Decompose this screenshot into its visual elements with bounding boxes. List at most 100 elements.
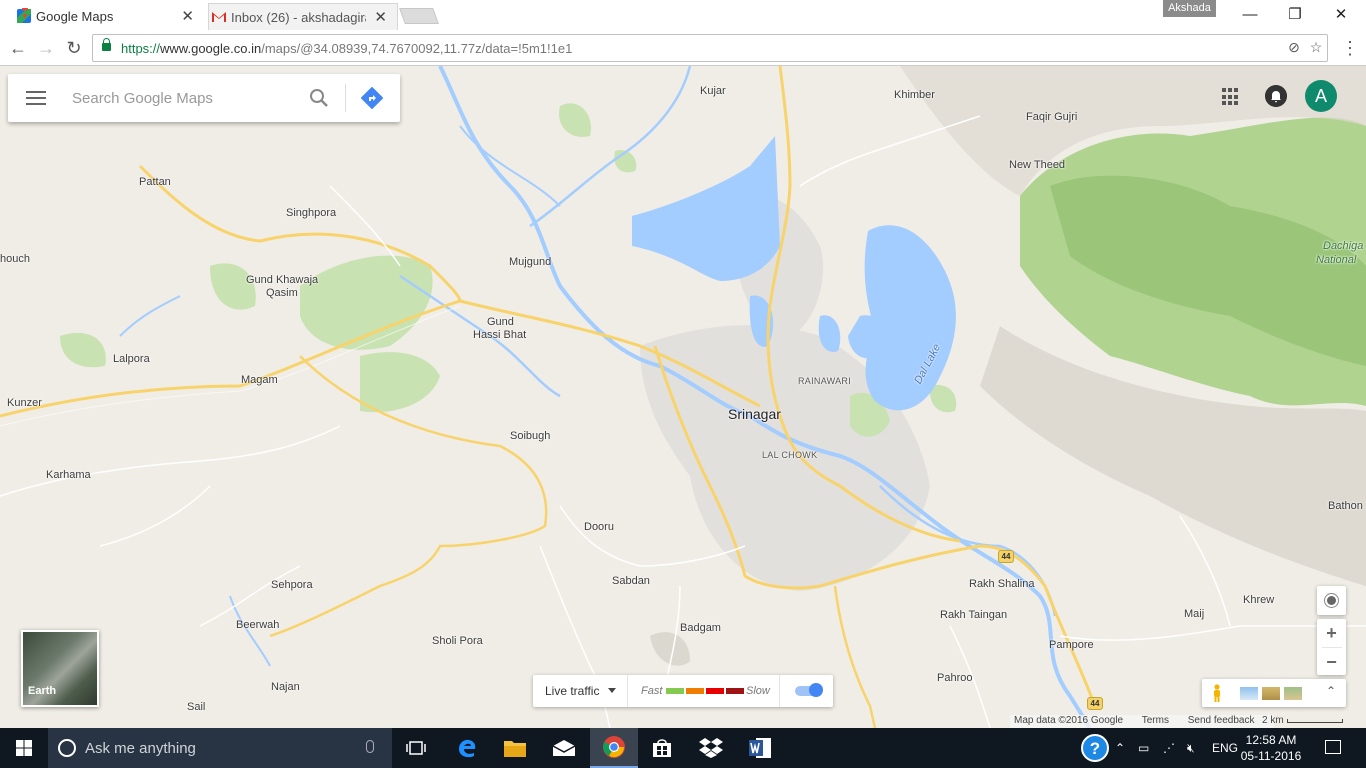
show-hidden-icons-icon[interactable]: ⌃ [1115, 728, 1125, 768]
expand-up-icon[interactable]: ⌃ [1326, 684, 1336, 698]
place-label[interactable]: Rakh Shalina [969, 578, 1034, 590]
send-feedback-link[interactable]: Send feedback [1188, 715, 1255, 726]
account-avatar[interactable]: A [1305, 80, 1337, 112]
dropbox-icon[interactable] [687, 728, 735, 768]
maps-search-box[interactable]: Search Google Maps [8, 74, 400, 122]
place-label[interactable]: Gund [487, 316, 514, 328]
place-label[interactable]: Rakh Taingan [940, 609, 1007, 621]
place-label[interactable]: Qasim [266, 287, 298, 299]
highway-shield[interactable]: 44 [998, 550, 1014, 563]
map-canvas[interactable]: Kujar Khimber Faqir Gujri New Theed Patt… [0, 66, 1366, 728]
place-label[interactable]: Dachiga [1323, 240, 1363, 252]
place-label[interactable]: Singhpora [286, 207, 336, 219]
tab-google-maps[interactable]: Google Maps ✕ [14, 3, 204, 30]
forward-icon[interactable]: → [34, 36, 58, 60]
notifications-icon[interactable] [1265, 85, 1287, 107]
place-label[interactable]: houch [0, 253, 30, 265]
close-tab-icon[interactable]: ✕ [374, 8, 387, 26]
place-label[interactable]: Sabdan [612, 575, 650, 587]
place-label[interactable]: Maij [1184, 608, 1204, 620]
place-label[interactable]: Pattan [139, 176, 171, 188]
place-label[interactable]: Kujar [700, 85, 726, 97]
place-label[interactable]: Soibugh [510, 430, 550, 442]
svg-text:?: ? [1090, 739, 1100, 758]
place-label[interactable]: Mujgund [509, 256, 551, 268]
search-icon[interactable] [308, 87, 330, 109]
city-label[interactable]: Srinagar [728, 406, 781, 422]
store-icon[interactable] [638, 728, 686, 768]
place-label[interactable]: Kunzer [7, 397, 42, 409]
zoom-in-button[interactable]: + [1317, 619, 1346, 647]
place-label[interactable]: Badgam [680, 622, 721, 634]
cortana-search-box[interactable]: Ask me anything [48, 728, 392, 768]
battery-icon[interactable]: ▭ [1138, 728, 1149, 768]
place-label[interactable]: Khrew [1243, 594, 1274, 606]
task-view-icon[interactable] [392, 728, 440, 768]
layer-thumbnail[interactable] [1262, 687, 1280, 700]
my-location-button[interactable] [1317, 586, 1346, 615]
place-label[interactable]: Khimber [894, 89, 935, 101]
close-tab-icon[interactable]: ✕ [181, 7, 194, 25]
location-blocked-icon[interactable]: ⊘ [1285, 39, 1303, 57]
back-icon[interactable]: ← [6, 36, 30, 60]
place-label[interactable]: Bathon [1328, 500, 1363, 512]
place-label[interactable]: Faqir Gujri [1026, 111, 1077, 123]
search-input[interactable]: Search Google Maps [72, 90, 213, 107]
edge-browser-icon[interactable] [443, 728, 491, 768]
minimize-icon[interactable]: — [1227, 0, 1273, 28]
place-label[interactable]: Pahroo [937, 672, 972, 684]
address-bar[interactable]: https://www.google.co.in/maps/@34.08939,… [92, 34, 1328, 62]
place-label[interactable]: Magam [241, 374, 278, 386]
layer-thumbnail[interactable] [1284, 687, 1302, 700]
place-label[interactable]: Najan [271, 681, 300, 693]
taskbar-clock[interactable]: 12:58 AM 05-11-2016 [1236, 732, 1306, 764]
place-label[interactable]: Beerwah [236, 619, 279, 631]
traffic-color-swatch [686, 688, 704, 694]
restore-icon[interactable]: ❐ [1272, 0, 1318, 28]
tab-gmail-inbox[interactable]: Inbox (26) - akshadagiras ✕ [208, 3, 398, 30]
chrome-icon[interactable] [590, 728, 638, 768]
place-label[interactable]: Lalpora [113, 353, 150, 365]
mail-icon[interactable] [540, 728, 588, 768]
traffic-toggle[interactable] [795, 683, 823, 697]
volume-muted-icon[interactable]: 🔇︎ [1187, 728, 1195, 768]
profile-name-chip[interactable]: Akshada [1163, 0, 1216, 17]
language-indicator[interactable]: ENG [1212, 728, 1238, 768]
earth-view-toggle[interactable]: Earth [21, 630, 99, 707]
place-label[interactable]: RAINAWARI [798, 376, 851, 386]
menu-icon[interactable] [26, 91, 46, 105]
chevron-down-icon[interactable] [608, 688, 616, 693]
layer-thumbnail[interactable] [1240, 687, 1258, 700]
bookmark-star-icon[interactable]: ☆ [1307, 39, 1325, 57]
place-label[interactable]: Sail [187, 701, 205, 713]
action-center-icon[interactable] [1325, 740, 1341, 754]
google-apps-icon[interactable] [1222, 88, 1240, 106]
terms-link[interactable]: Terms [1142, 715, 1169, 726]
place-label[interactable]: Karhama [46, 469, 91, 481]
pegman-icon[interactable] [1212, 684, 1222, 702]
close-window-icon[interactable]: ✕ [1318, 0, 1364, 28]
microphone-icon[interactable] [366, 740, 374, 753]
zoom-out-button[interactable]: − [1317, 648, 1346, 676]
word-icon[interactable] [736, 728, 784, 768]
place-label[interactable]: Dooru [584, 521, 614, 533]
scale-label[interactable]: 2 km [1262, 715, 1284, 726]
help-icon[interactable]: ? [1080, 728, 1110, 768]
windows-start-icon[interactable] [0, 728, 48, 768]
place-label[interactable]: Sehpora [271, 579, 313, 591]
place-label[interactable]: New Theed [1009, 159, 1065, 171]
file-explorer-icon[interactable] [491, 728, 539, 768]
place-label[interactable]: LAL CHOWK [762, 450, 817, 460]
chrome-menu-icon[interactable]: ⋮ [1338, 36, 1362, 60]
highway-shield[interactable]: 44 [1087, 697, 1103, 710]
place-label[interactable]: Pampore [1049, 639, 1094, 651]
place-label[interactable]: Sholi Pora [432, 635, 483, 647]
place-label[interactable]: Hassi Bhat [473, 329, 526, 341]
wifi-icon[interactable]: ⋰ [1163, 728, 1175, 768]
live-traffic-dropdown[interactable]: Live traffic [545, 684, 599, 698]
reload-icon[interactable]: ↻ [62, 36, 86, 60]
directions-icon[interactable] [361, 87, 383, 109]
place-label[interactable]: National [1316, 254, 1356, 266]
place-label[interactable]: Gund Khawaja [246, 274, 318, 286]
new-tab-button[interactable] [399, 8, 439, 24]
